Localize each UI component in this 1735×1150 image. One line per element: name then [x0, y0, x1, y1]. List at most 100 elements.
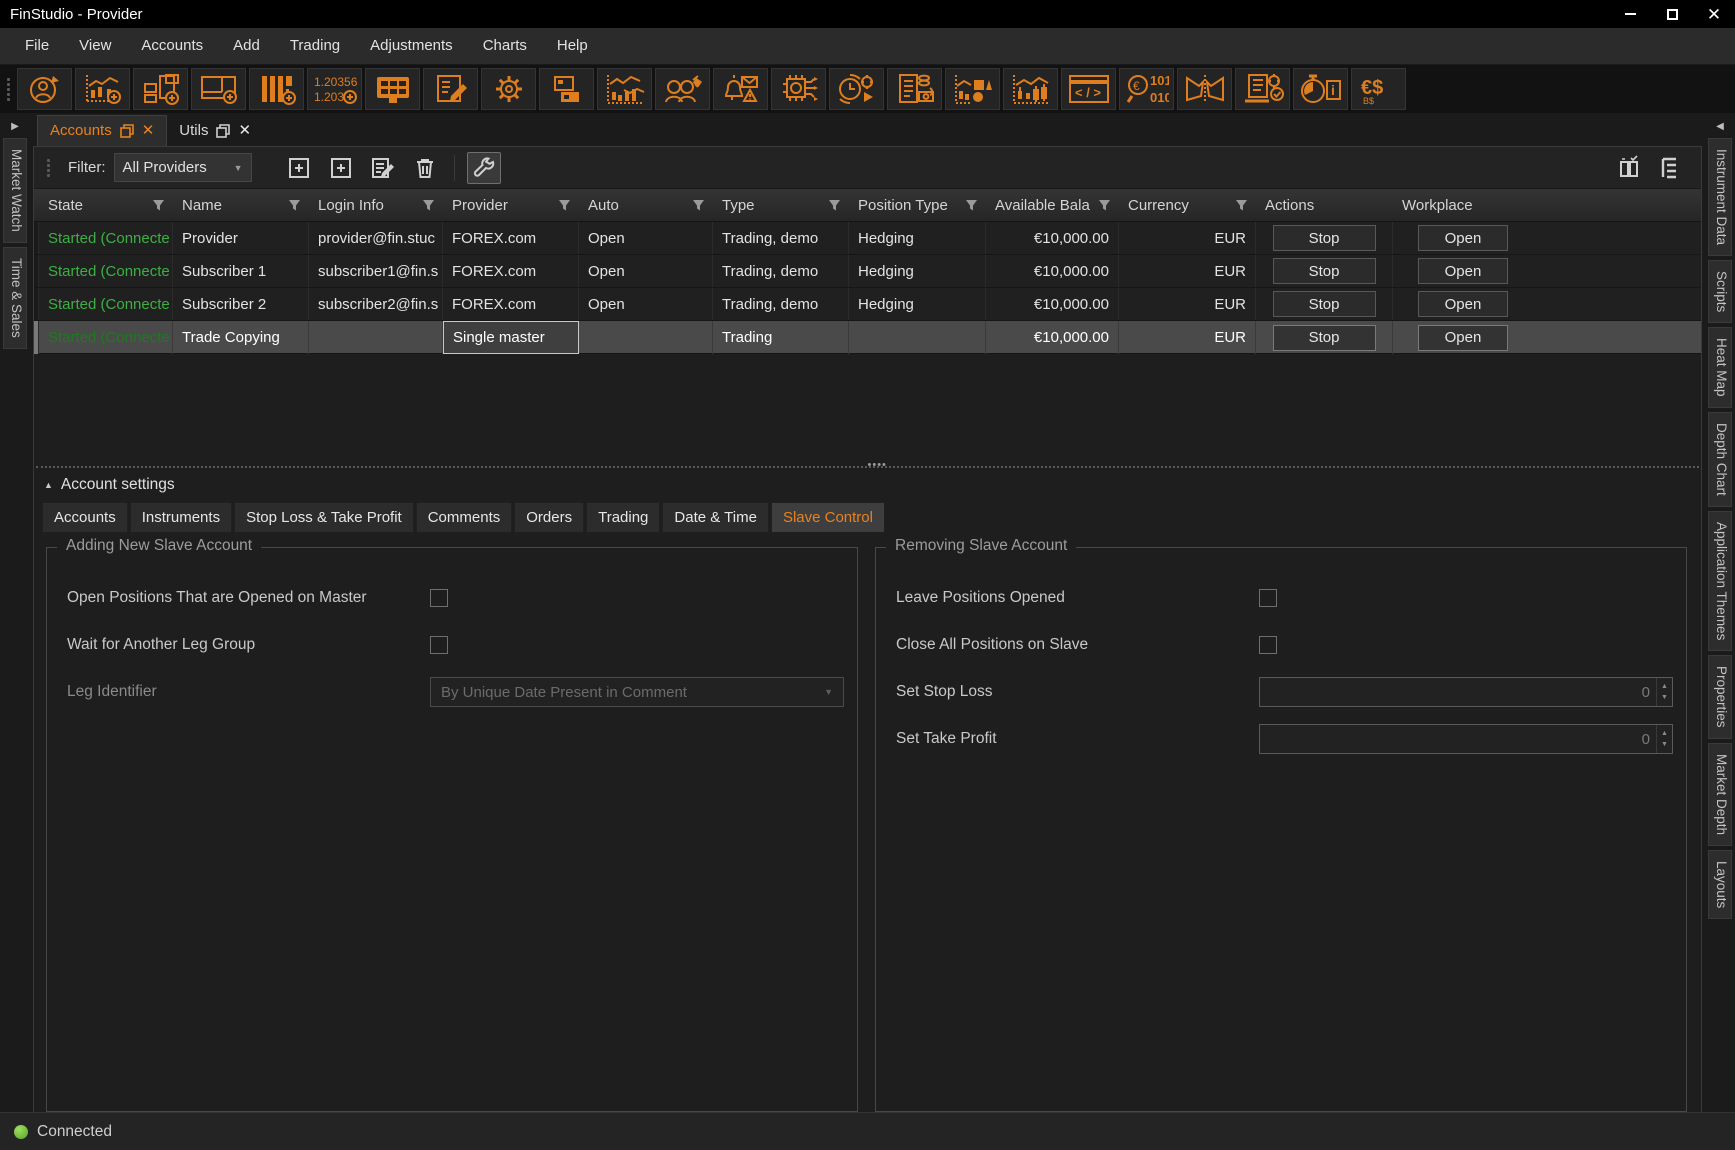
menu-charts[interactable]: Charts [468, 28, 542, 64]
filter-funnel-icon[interactable] [152, 199, 165, 212]
dock-tab-time-sales[interactable]: Time & Sales [3, 247, 27, 349]
filter-funnel-icon[interactable] [558, 199, 571, 212]
account-connect-icon[interactable] [17, 68, 72, 110]
filter-funnel-icon[interactable] [965, 199, 978, 212]
scheduler-clock-icon[interactable] [829, 68, 884, 110]
timer-info-icon[interactable]: i [1293, 68, 1348, 110]
task-check-icon[interactable] [1235, 68, 1290, 110]
open-positions-checkbox[interactable] [430, 589, 448, 607]
stop-button[interactable]: Stop [1273, 291, 1376, 317]
right-dock-expand-icon[interactable]: ◀ [1716, 113, 1724, 138]
chart-compare-icon[interactable] [1177, 68, 1232, 110]
filter-funnel-icon[interactable] [828, 199, 841, 212]
note-edit-icon[interactable] [423, 68, 478, 110]
add-account-button[interactable] [282, 152, 316, 184]
col-currency[interactable]: Currency [1119, 189, 1256, 221]
dock-tab-layouts[interactable]: Layouts [1708, 850, 1732, 919]
take-profit-input[interactable]: 0 ▲▼ [1259, 724, 1673, 754]
wait-leg-group-checkbox[interactable] [430, 636, 448, 654]
table-row[interactable]: Started (Connecte Provider provider@fin.… [34, 222, 1701, 255]
menu-trading[interactable]: Trading [275, 28, 355, 64]
open-workplace-button[interactable]: Open [1418, 291, 1508, 317]
menu-help[interactable]: Help [542, 28, 603, 64]
settings-tab-trading[interactable]: Trading [586, 502, 660, 533]
dock-tab-application-themes[interactable]: Application Themes [1708, 511, 1732, 651]
spinner-arrows-icon[interactable]: ▲▼ [1656, 678, 1672, 706]
menu-file[interactable]: File [10, 28, 64, 64]
tab-utils[interactable]: Utils ✕ [167, 116, 263, 146]
alerts-bell-icon[interactable] [713, 68, 768, 110]
leave-positions-checkbox[interactable] [1259, 589, 1277, 607]
menu-view[interactable]: View [64, 28, 126, 64]
stop-button[interactable]: Stop [1273, 258, 1376, 284]
currency-pair-icon[interactable]: €$B$ [1351, 68, 1406, 110]
leg-identifier-dropdown[interactable]: By Unique Date Present in Comment ▼ [430, 677, 844, 707]
delete-button[interactable] [408, 152, 442, 184]
col-actions[interactable]: Actions [1256, 189, 1393, 221]
col-login[interactable]: Login Info [309, 189, 443, 221]
settings-tab-stoploss[interactable]: Stop Loss & Take Profit [234, 502, 414, 533]
filter-funnel-icon[interactable] [692, 199, 705, 212]
stop-button[interactable]: Stop [1273, 325, 1376, 351]
candle-chart-icon[interactable] [1003, 68, 1058, 110]
statistics-chart-icon[interactable] [597, 68, 652, 110]
spinner-arrows-icon[interactable]: ▲▼ [1656, 725, 1672, 753]
settings-tab-datetime[interactable]: Date & Time [662, 502, 769, 533]
col-name[interactable]: Name [173, 189, 309, 221]
dock-tab-market-watch[interactable]: Market Watch [3, 138, 27, 243]
filter-funnel-icon[interactable] [422, 199, 435, 212]
open-workplace-button[interactable]: Open [1418, 325, 1508, 351]
settings-tab-slave-control[interactable]: Slave Control [771, 502, 885, 533]
menu-adjustments[interactable]: Adjustments [355, 28, 468, 64]
search-binary-icon[interactable]: €101010 [1119, 68, 1174, 110]
table-row[interactable]: Started (Connecte Subscriber 2 subscribe… [34, 288, 1701, 321]
add-connection-button[interactable] [324, 152, 358, 184]
stop-loss-input[interactable]: 0 ▲▼ [1259, 677, 1673, 707]
settings-tab-instruments[interactable]: Instruments [130, 502, 232, 533]
stop-button[interactable]: Stop [1273, 225, 1376, 251]
tab-close-icon[interactable]: ✕ [238, 123, 251, 138]
tab-accounts[interactable]: Accounts ✕ [37, 115, 167, 146]
col-state[interactable]: State [39, 189, 173, 221]
open-workplace-button[interactable]: Open [1418, 258, 1508, 284]
structure-blocks-icon[interactable] [539, 68, 594, 110]
dock-tab-properties[interactable]: Properties [1708, 655, 1732, 739]
dock-tab-heat-map[interactable]: Heat Map [1708, 327, 1732, 408]
col-auto[interactable]: Auto [579, 189, 713, 221]
col-position-type[interactable]: Position Type [849, 189, 986, 221]
dock-tab-market-depth[interactable]: Market Depth [1708, 743, 1732, 846]
filter-funnel-icon[interactable] [1235, 199, 1248, 212]
table-row[interactable]: Started (Connecte Subscriber 1 subscribe… [34, 255, 1701, 288]
close-button[interactable]: ✕ [1693, 0, 1735, 28]
popup-window-icon[interactable] [216, 124, 230, 138]
chart-objects-icon[interactable] [945, 68, 1000, 110]
group-panel-icon[interactable] [1653, 152, 1687, 184]
chart-add-icon[interactable] [75, 68, 130, 110]
settings-tab-comments[interactable]: Comments [416, 502, 513, 533]
dock-tab-depth-chart[interactable]: Depth Chart [1708, 412, 1732, 507]
menu-add[interactable]: Add [218, 28, 275, 64]
columns-add-icon[interactable] [249, 68, 304, 110]
settings-wrench-button[interactable] [467, 152, 501, 184]
code-editor-icon[interactable]: < / > [1061, 68, 1116, 110]
minimize-button[interactable] [1609, 0, 1651, 28]
settings-gear-icon[interactable] [481, 68, 536, 110]
toolbar-grip[interactable] [4, 72, 12, 106]
settings-tab-accounts[interactable]: Accounts [42, 502, 128, 533]
popup-window-icon[interactable] [120, 124, 134, 138]
open-workplace-button[interactable]: Open [1418, 225, 1508, 251]
quote-board-add-icon[interactable]: 1.20356 1.2035 [307, 68, 362, 110]
col-available-balance[interactable]: Available Bala [986, 189, 1119, 221]
board-grid-icon[interactable] [365, 68, 420, 110]
edit-button[interactable] [366, 152, 400, 184]
table-row-selected[interactable]: Started (Connecte Trade Copying Single m… [34, 321, 1701, 354]
settings-tab-orders[interactable]: Orders [514, 502, 584, 533]
col-workplace[interactable]: Workplace [1393, 189, 1533, 221]
community-connect-icon[interactable] [655, 68, 710, 110]
filterbar-grip[interactable] [44, 151, 52, 185]
left-dock-expand-icon[interactable]: ▶ [11, 113, 19, 138]
dock-tab-scripts[interactable]: Scripts [1708, 260, 1732, 323]
col-type[interactable]: Type [713, 189, 849, 221]
report-money-icon[interactable] [887, 68, 942, 110]
dock-tab-instrument-data[interactable]: Instrument Data [1708, 138, 1732, 256]
